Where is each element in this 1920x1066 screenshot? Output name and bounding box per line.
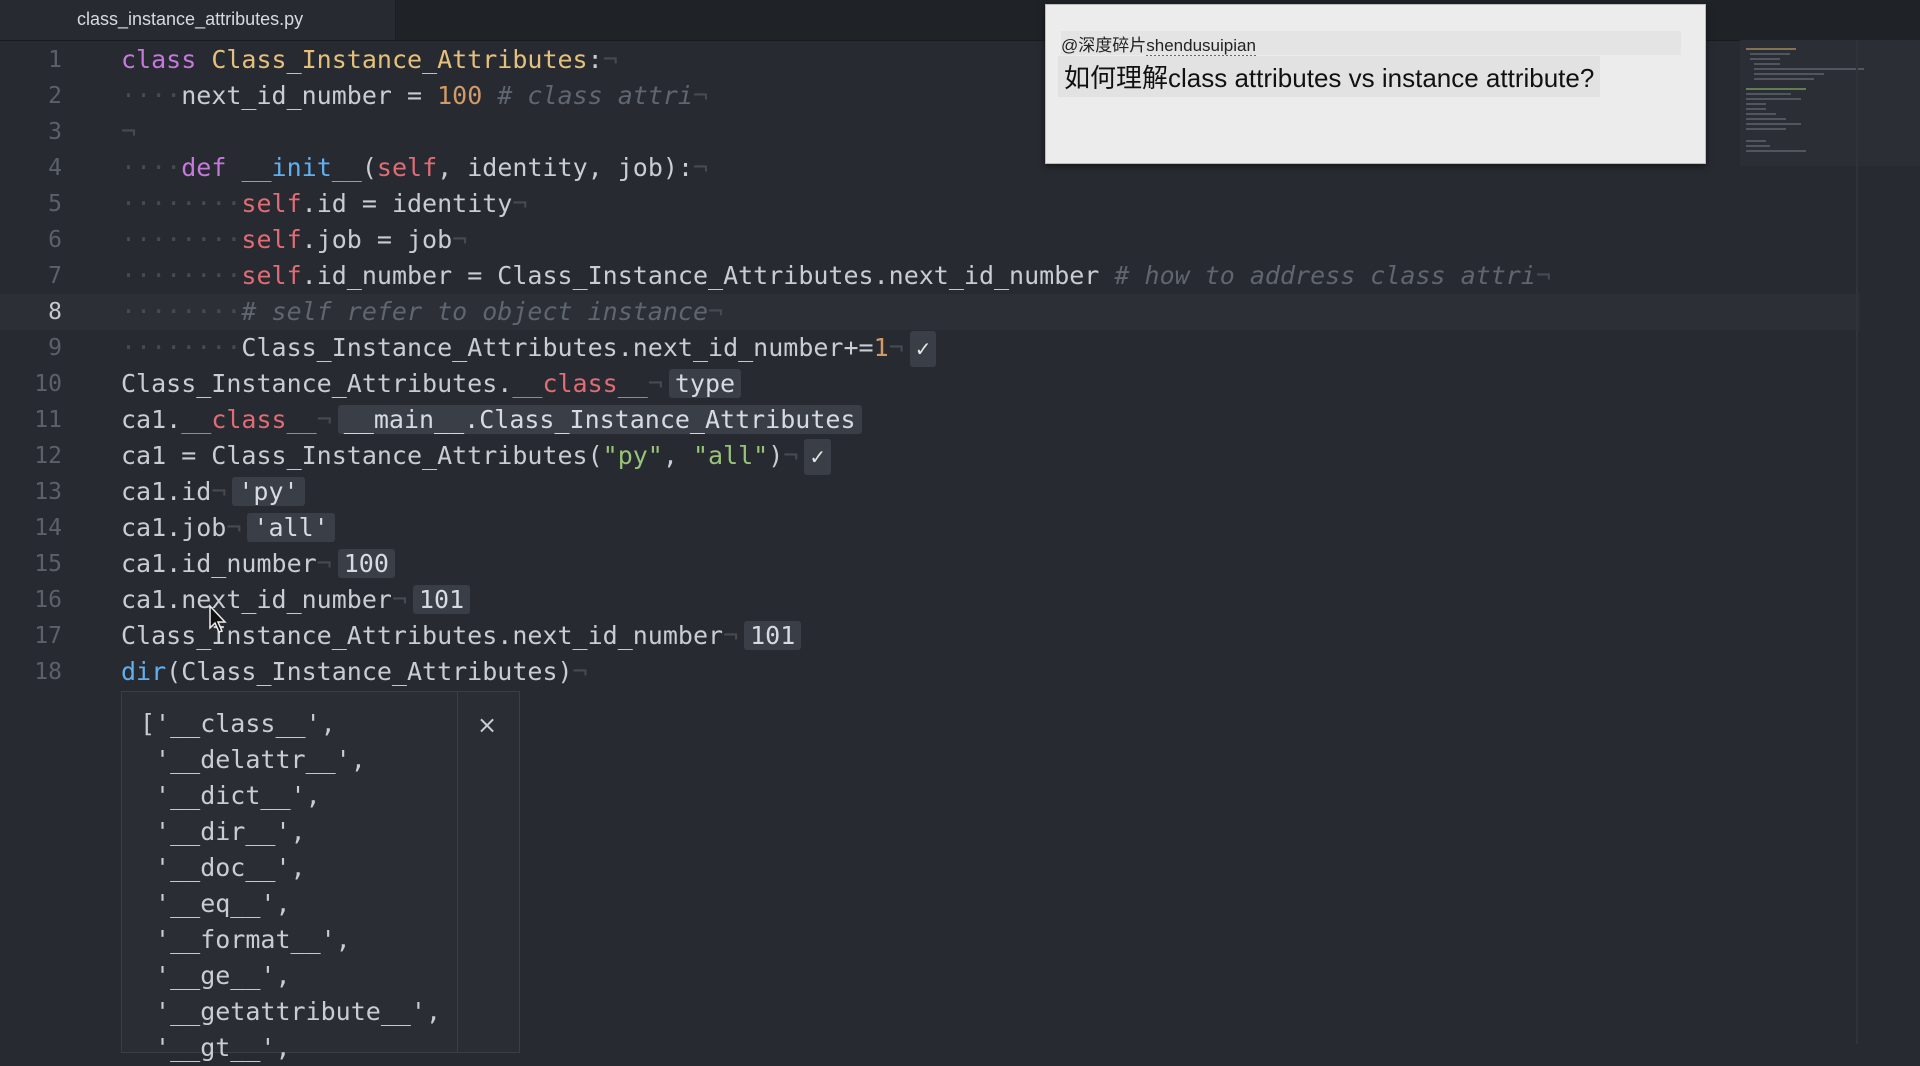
inline-result: 101 xyxy=(413,585,471,614)
code-line[interactable]: 9 ········Class_Instance_Attributes.next… xyxy=(0,330,1860,367)
line-number: 7 xyxy=(48,263,62,289)
code-text: class Class_Instance_Attributes:¬ xyxy=(121,45,618,74)
line-number: 4 xyxy=(48,155,62,181)
output-item: '__dict__', xyxy=(140,781,321,810)
code-line[interactable]: 5 ········self.id = identity¬ xyxy=(0,186,1860,222)
tab-file[interactable]: class_instance_attributes.py xyxy=(0,0,396,40)
output-item: '__eq__', xyxy=(140,889,291,918)
close-icon[interactable]: × xyxy=(467,708,507,742)
code-line[interactable]: 14 ca1.job¬'all' xyxy=(0,510,1860,546)
code-text: ca1.id¬'py' xyxy=(121,474,305,510)
output-item: '__dir__', xyxy=(140,817,306,846)
code-line-active[interactable]: 8 ········# self refer to object instanc… xyxy=(0,294,1860,330)
output-item: '__gt__', xyxy=(140,1033,291,1062)
line-number: 17 xyxy=(34,623,62,649)
code-text: ········# self refer to object instance¬ xyxy=(121,297,724,326)
output-item: '__format__', xyxy=(140,925,351,954)
line-number: 8 xyxy=(48,299,62,325)
code-text: ········self.job = job¬ xyxy=(121,225,468,254)
code-line[interactable]: 10 Class_Instance_Attributes.__class__¬ t… xyxy=(0,366,1860,402)
output-item: '__doc__', xyxy=(140,853,306,882)
code-text: ca1.__class__¬ __main__.Class_Instance_At… xyxy=(121,402,862,438)
line-number: 13 xyxy=(34,479,62,505)
code-line[interactable]: 18 dir(Class_Instance_Attributes)¬ xyxy=(0,654,1860,690)
code-text: ca1.job¬'all' xyxy=(121,510,335,546)
inline-result: 101 xyxy=(744,621,802,650)
code-text: ····next_id_number = 100 # class attri¬ xyxy=(121,81,709,110)
line-number: 15 xyxy=(34,551,62,577)
code-line[interactable]: 6 ········self.job = job¬ xyxy=(0,222,1860,258)
inline-result: 'py' xyxy=(232,477,305,506)
caption-text: 如何理解class attributes vs instance attribu… xyxy=(1058,56,1601,97)
line-number: 2 xyxy=(48,83,62,109)
line-number: 16 xyxy=(34,587,62,613)
line-number: 12 xyxy=(34,443,62,469)
code-text: Class_Instance_Attributes.__class__¬ type xyxy=(121,366,742,402)
line-number: 3 xyxy=(48,119,62,145)
code-line[interactable]: 15 ca1.id_number¬ 100 xyxy=(0,546,1860,582)
inline-result: type xyxy=(668,369,742,398)
checkmark-icon: ✓ xyxy=(909,331,937,367)
line-number: 18 xyxy=(34,659,62,685)
line-number: 9 xyxy=(48,335,62,361)
checkmark-icon: ✓ xyxy=(804,439,832,475)
inline-result: __main__.Class_Instance_Attributes xyxy=(337,405,862,434)
scrollbar[interactable] xyxy=(1856,40,1858,1044)
line-number: 6 xyxy=(48,227,62,253)
output-item: '__getattribute__', xyxy=(140,997,442,1026)
code-text: ¬ xyxy=(121,117,137,146)
code-line[interactable]: 17 Class_Instance_Attributes.next_id_num… xyxy=(0,618,1860,654)
code-text: ····def __init__(self, identity, job):¬ xyxy=(121,153,709,182)
line-number: 14 xyxy=(34,515,62,541)
code-text: ········self.id_number = Class_Instance_… xyxy=(121,261,1551,290)
code-line[interactable]: 13 ca1.id¬'py' xyxy=(0,474,1860,510)
popup-divider xyxy=(457,692,458,1052)
line-number: 10 xyxy=(34,371,62,397)
output-popup[interactable]: ['__class__', '__delattr__', '__dict__',… xyxy=(121,691,520,1062)
caption-author: @深度碎片shendusuipian xyxy=(1061,31,1681,57)
inline-result: 100 xyxy=(337,549,395,578)
line-number: 11 xyxy=(34,407,62,433)
line-number: 1 xyxy=(48,47,62,73)
line-number: 5 xyxy=(48,191,62,217)
code-line[interactable]: 11 ca1.__class__¬ __main__.Class_Instance… xyxy=(0,402,1860,438)
video-caption-overlay: @深度碎片shendusuipian 如何理解class attributes … xyxy=(1045,4,1706,164)
output-item: ['__class__', xyxy=(140,709,336,738)
mouse-pointer-icon xyxy=(209,604,227,633)
tab-title: class_instance_attributes.py xyxy=(77,9,304,29)
output-list: ['__class__', '__delattr__', '__dict__',… xyxy=(140,706,441,1066)
code-line[interactable]: 7 ········self.id_number = Class_Instanc… xyxy=(0,258,1860,294)
code-text: ········Class_Instance_Attributes.next_i… xyxy=(121,330,937,367)
code-text: dir(Class_Instance_Attributes)¬ xyxy=(121,657,588,686)
code-text: ca1 = Class_Instance_Attributes("py", "a… xyxy=(121,438,832,475)
output-item: '__ge__', xyxy=(140,961,291,990)
code-text: ········self.id = identity¬ xyxy=(121,189,528,218)
code-line[interactable]: 12 ca1 = Class_Instance_Attributes("py",… xyxy=(0,438,1860,475)
output-item: '__delattr__', xyxy=(140,745,366,774)
code-text: ca1.next_id_number¬ 101 xyxy=(121,582,471,618)
code-text: ca1.id_number¬ 100 xyxy=(121,546,395,582)
inline-result: 'all' xyxy=(247,513,335,542)
code-line[interactable]: 16 ca1.next_id_number¬ 101 xyxy=(0,582,1860,618)
minimap[interactable] xyxy=(1740,40,1920,166)
